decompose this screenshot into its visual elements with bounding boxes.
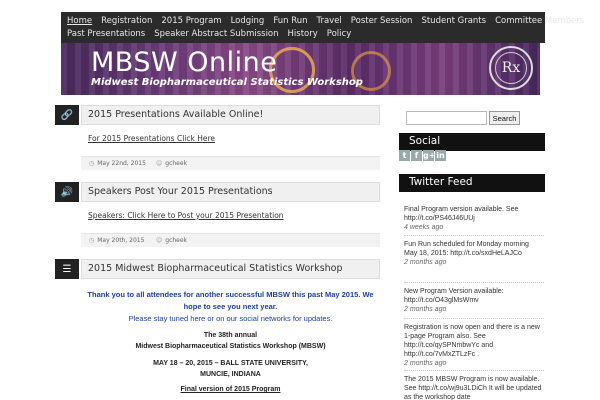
tweet-item: Registration is now open and there is a … (404, 323, 544, 369)
tweet-item: The 2015 MBSW Program is now available. … (404, 375, 544, 400)
post-link[interactable]: Speakers: Click Here to Post your 2015 P… (88, 211, 284, 220)
post-title[interactable]: 2015 Presentations Available Online! (88, 109, 263, 120)
post-header: Speakers Post Your 2015 Presentations (81, 182, 380, 202)
post-header: 2015 Presentations Available Online! (81, 105, 380, 125)
social-widget-header: Social (399, 133, 545, 151)
linkedin-icon[interactable]: in (435, 150, 446, 161)
search-button[interactable]: Search (489, 111, 520, 125)
clock-icon: ◷ (89, 160, 95, 167)
post-date: ◷ May 20th, 2015 (89, 237, 145, 244)
tweet-divider (404, 318, 544, 319)
tweet-age: 4 weeks ago (404, 224, 444, 231)
nav-history[interactable]: History (288, 28, 318, 40)
post-link[interactable]: For 2015 Presentations Click Here (88, 134, 215, 143)
final-program-link[interactable]: Final version of 2015 Program (81, 386, 380, 393)
tweet-age: 2 months ago (404, 259, 447, 266)
user-icon: ☺ (156, 160, 163, 167)
main-navigation: Home Registration 2015 Program Lodging F… (61, 12, 584, 43)
post-author[interactable]: ☺ gcheek (156, 237, 187, 244)
social-title: Social (409, 135, 441, 147)
tweet-divider (404, 235, 544, 236)
workshop-name: Midwest Biopharmaceutical Statistics Wor… (135, 343, 326, 350)
thank-you-text: Thank you to all attendees for another s… (87, 290, 374, 299)
nav-fun-run[interactable]: Fun Run (273, 15, 307, 27)
speaker-icon: 🔊 (55, 182, 79, 202)
nav-speaker-abstract-submission[interactable]: Speaker Abstract Submission (154, 28, 278, 40)
site-banner[interactable]: MBSW Online Midwest Biopharmaceutical St… (61, 43, 540, 95)
twitter-icon[interactable]: t (399, 150, 410, 161)
post-title[interactable]: Speakers Post Your 2015 Presentations (88, 186, 273, 197)
social-icons: t f g+ in (399, 150, 446, 162)
twitter-feed-title: Twitter Feed (409, 176, 473, 188)
nav-registration[interactable]: Registration (101, 15, 152, 27)
tweet-text[interactable]: New Program Version available: http://t.… (404, 287, 544, 305)
post-date: ◷ May 22nd, 2015 (89, 160, 146, 167)
post-author[interactable]: ☺ gcheek (156, 160, 187, 167)
link-icon: 🔗 (55, 105, 79, 125)
twitter-widget-header: Twitter Feed (399, 174, 545, 192)
site-title: MBSW Online (91, 47, 278, 78)
tweet-divider (404, 282, 544, 283)
post-meta: ◷ May 20th, 2015 ☺ gcheek (81, 233, 380, 247)
user-icon: ☺ (156, 237, 163, 244)
nav-row-2: Past Presentations Speaker Abstract Subm… (67, 28, 360, 40)
tweet-age: 2 months ago (404, 306, 447, 313)
tweet-text[interactable]: Final Program version available. See htt… (404, 205, 544, 223)
post-speakers-presentations: 🔊 Speakers Post Your 2015 Presentations … (55, 182, 380, 252)
facebook-icon[interactable]: f (411, 150, 422, 161)
tweet-item: Fun Run scheduled for Monday morning May… (404, 240, 544, 268)
thank-you-text-cont: hope to see you next year. (183, 302, 278, 311)
search-input[interactable] (406, 111, 487, 125)
tweet-text[interactable]: The 2015 MBSW Program is now available. … (404, 375, 544, 400)
google-plus-icon[interactable]: g+ (423, 150, 435, 161)
post-meta: ◷ May 22nd, 2015 ☺ gcheek (81, 156, 380, 170)
nav-policy[interactable]: Policy (327, 28, 351, 40)
tweet-age: 2 months ago (404, 360, 447, 367)
nav-home[interactable]: Home (67, 15, 92, 27)
post-header: 2015 Midwest Biopharmaceutical Statistic… (81, 259, 380, 279)
clock-icon: ◷ (89, 237, 95, 244)
site-subtitle: Midwest Biopharmaceutical Statistics Wor… (91, 77, 363, 88)
nav-2015-program[interactable]: 2015 Program (161, 15, 221, 27)
tweet-text[interactable]: Registration is now open and there is a … (404, 323, 544, 359)
annual-text: The 38th annual (203, 332, 258, 339)
nav-travel[interactable]: Travel (317, 15, 342, 27)
stay-tuned-text: Please stay tuned here or on our social … (128, 314, 333, 323)
tweet-divider (404, 370, 544, 371)
nav-lodging[interactable]: Lodging (231, 15, 265, 27)
workshop-location: MUNCIE, INDIANA (200, 371, 261, 378)
tweet-text[interactable]: Fun Run scheduled for Monday morning May… (404, 240, 544, 258)
nav-student-grants[interactable]: Student Grants (421, 15, 486, 27)
nav-row-1: Home Registration 2015 Program Lodging F… (67, 15, 593, 27)
tweet-item: Final Program version available. See htt… (404, 205, 544, 233)
tweet-item: New Program Version available: http://t.… (404, 287, 544, 315)
workshop-announcement: Thank you to all attendees for another s… (81, 289, 380, 393)
document-icon: ☰ (55, 259, 79, 279)
seal-logo: Rx (489, 46, 533, 90)
nav-poster-session[interactable]: Poster Session (351, 15, 413, 27)
post-presentations-online: 🔗 2015 Presentations Available Online! F… (55, 105, 380, 175)
nav-past-presentations[interactable]: Past Presentations (67, 28, 145, 40)
workshop-dates: MAY 18 – 20, 2015 – BALL STATE UNIVERSIT… (153, 360, 308, 367)
nav-committee-members[interactable]: Committee Members (495, 15, 584, 27)
post-title[interactable]: 2015 Midwest Biopharmaceutical Statistic… (88, 263, 343, 274)
